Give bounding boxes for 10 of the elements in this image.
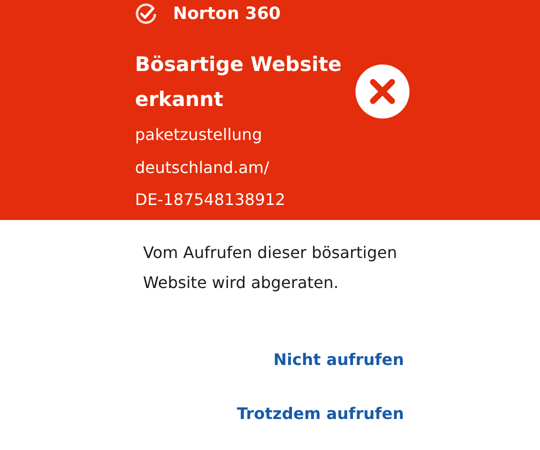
app-name: Norton 360 xyxy=(173,4,281,24)
url-text: paketzustellung xyxy=(135,124,264,146)
action-link[interactable]: Trotzdem aufrufen xyxy=(236,402,404,426)
check-circle-icon xyxy=(135,3,157,25)
close-icon xyxy=(355,64,410,119)
warning-message: Vom Aufrufen dieser bösartigen Website wird abgeraten. xyxy=(143,242,398,294)
alert-title: Bösartige Website erkannt xyxy=(135,51,343,113)
url-text: DE-187548138912 xyxy=(135,189,286,211)
url-text: deutschland.am/ xyxy=(135,156,270,178)
action-link[interactable]: Nicht aufrufen xyxy=(273,348,404,372)
